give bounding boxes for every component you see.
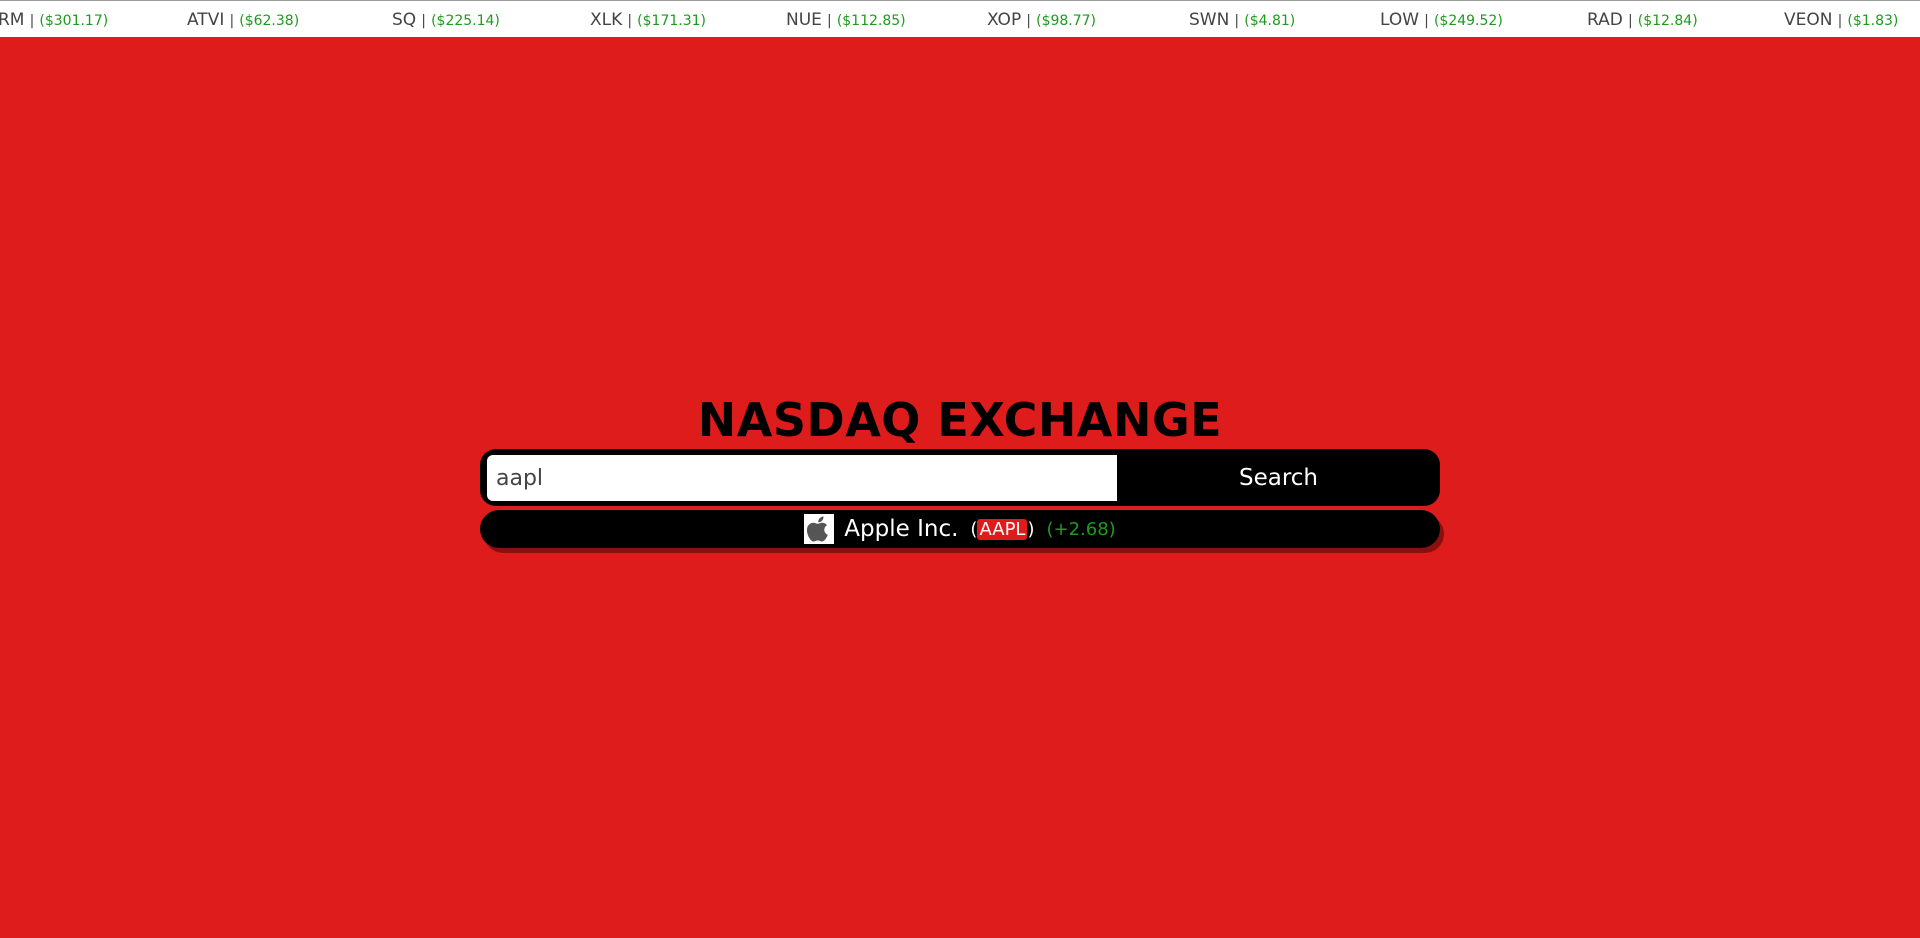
ticker-separator: | [29,13,35,29]
ticker-symbol: VEON [1784,10,1833,30]
ticker-symbol: SWN [1189,10,1230,30]
search-result-content: Apple Inc. ( AAPL ) (+2.68) [480,510,1440,548]
apple-logo-icon [804,514,835,544]
ticker-item: VEON | ($1.83) [1784,10,1898,30]
search-button[interactable]: Search [1117,449,1440,506]
search-input[interactable] [487,455,1117,501]
ticker-price: ($12.84) [1637,13,1698,29]
ticker-symbol: RAD [1587,10,1623,30]
ticker-price: ($301.17) [39,13,109,29]
search-result-item[interactable]: Apple Inc. ( AAPL ) (+2.68) [480,510,1440,548]
page-title: NASDAQ EXCHANGE [697,393,1223,447]
ticker-item: SQ | ($225.14) [392,10,500,30]
ticker-separator: | [421,13,426,29]
search-bar: Search [480,449,1440,506]
ticker-item: LOW | ($249.52) [1380,10,1503,30]
ticker-symbol: XLK [590,10,623,30]
ticker-price: ($98.77) [1036,13,1097,29]
symbol-badge: AAPL [977,518,1028,540]
ticker-item: ATVI | ($62.38) [187,10,299,30]
ticker-symbol: LOW [1380,10,1420,30]
ticker-symbol: RM [0,10,25,30]
ticker-symbol: NUE [786,10,822,30]
ticker-price: ($225.14) [431,13,500,29]
ticker-symbol: ATVI [187,10,225,30]
ticker-item: RM | ($301.17) [0,10,108,30]
company-name: Apple Inc. [844,516,959,542]
open-paren: ( [970,518,978,540]
ticker-separator: | [1424,13,1429,29]
ticker-price: ($112.85) [836,13,906,29]
ticker-item: RAD | ($12.84) [1587,10,1698,30]
ticker-separator: | [229,13,235,29]
ticker-item: XLK | ($171.31) [590,10,706,30]
close-paren: ) [1027,518,1035,540]
stock-ticker: RM | ($301.17) ATVI | ($62.38) SQ | ($22… [0,0,1920,37]
ticker-item: XOP | ($98.77) [987,10,1096,30]
ticker-price: ($171.31) [637,13,706,29]
ticker-separator: | [1234,13,1240,29]
ticker-separator: | [827,13,832,29]
ticker-item: NUE | ($112.85) [786,10,906,30]
ticker-separator: | [1837,13,1843,29]
ticker-item: SWN | ($4.81) [1189,10,1295,30]
ticker-price: ($62.38) [239,13,300,29]
ticker-separator: | [627,13,633,29]
price-change: (+2.68) [1046,518,1116,540]
ticker-symbol: SQ [392,10,417,30]
ticker-price: ($4.81) [1244,13,1296,29]
ticker-separator: | [1627,13,1633,29]
ticker-price: ($249.52) [1433,13,1503,29]
apple-logo-glyph [807,516,829,542]
ticker-separator: | [1026,13,1032,29]
ticker-symbol: XOP [987,10,1022,30]
ticker-price: ($1.83) [1847,13,1899,29]
